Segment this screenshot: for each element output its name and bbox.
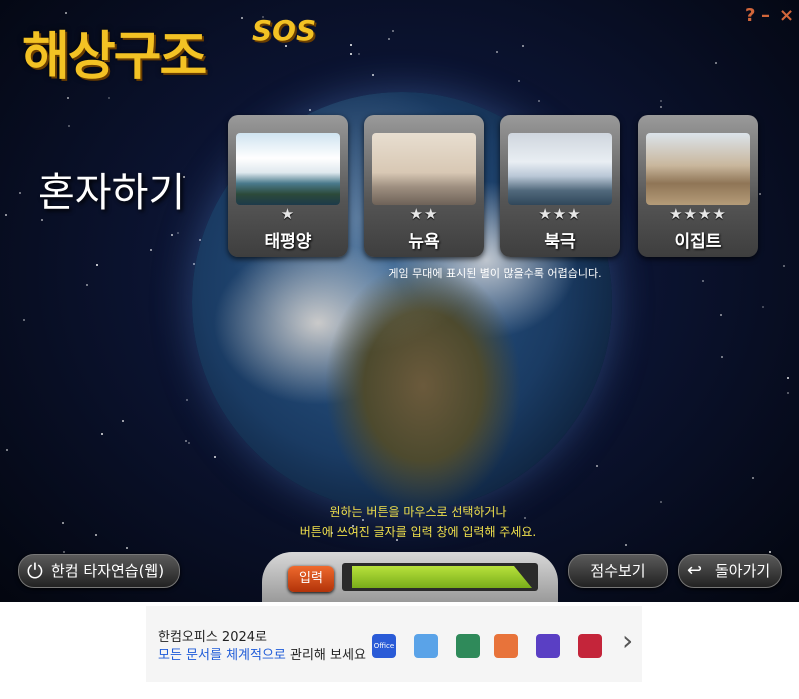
ad-subtitle-highlight: 모든 문서를 체계적으로 [158,648,286,663]
difficulty-hint: 게임 무대에 표시된 별이 많을수록 어렵습니다. [388,267,602,280]
star [350,53,352,55]
back-button[interactable]: ↩ 돌아가기 [678,554,782,588]
hanword-icon [536,634,560,658]
arctic-image [508,133,612,205]
star [660,100,662,102]
ad-title: 한컴오피스 2024로 [158,630,267,645]
game-logo: 해상구조 [22,27,207,87]
star [721,356,723,358]
ad-banner[interactable]: 한컴오피스 2024로 모든 문서를 체계적으로 관리해 보세요 Office … [146,606,642,682]
egypt-image [646,133,750,205]
star [150,249,152,251]
star [23,319,25,321]
back-arrow-icon: ↩ [687,560,703,581]
difficulty-stars: ★★★★ [669,205,727,223]
ad-subtitle-rest: 관리해 보세요 [285,648,366,663]
stage-card-newyork[interactable]: ★★ 뉴욕 [364,115,484,257]
pacific-image [236,133,340,205]
stage-label: 북극 [544,232,576,252]
input-label: 입력 [288,566,334,592]
hancell-icon [456,634,480,658]
stage-label: 뉴욕 [408,232,440,252]
stage-card-pacific[interactable]: ★ 태평양 [228,115,348,257]
star [769,551,771,553]
star [350,44,352,46]
star [67,97,69,99]
star [185,440,187,442]
web-typing-button[interactable]: ⏻ 한컴 타자연습(웹) [18,554,180,588]
difficulty-stars: ★★ [409,205,439,223]
star [787,392,789,394]
star [358,53,360,55]
hanshow-icon [494,634,518,658]
star [101,433,103,435]
hanword-docs-icon [414,634,438,658]
star [596,465,598,467]
star [625,544,627,546]
ad-next-arrow-icon[interactable]: › [622,624,633,657]
star [660,106,662,108]
star [126,547,128,549]
star [759,193,761,195]
page-title: 혼자하기 [38,170,186,216]
star [720,314,722,316]
star [63,551,65,553]
input-field-fill [352,566,532,588]
instruction-line-2: 버튼에 쓰여진 글자를 입력 창에 입력해 주세요. [299,525,537,539]
star [108,97,110,99]
star [518,80,520,82]
star [702,280,704,282]
power-icon: ⏻ [27,559,43,583]
star [171,234,173,236]
star [309,109,311,111]
star [496,51,498,53]
close-button[interactable]: × [779,5,794,26]
star [96,264,98,266]
star [188,442,190,444]
game-screen: 해상구조 SOS ? – × 혼자하기 ★ 태평양 ★★ 뉴욕 ★★★ 북극 ★… [0,0,799,602]
star [522,45,524,47]
game-logo-suffix: SOS [252,14,317,47]
star [186,399,188,401]
star [86,284,88,286]
hanpdf-icon [578,634,602,658]
stage-card-arctic[interactable]: ★★★ 북극 [500,115,620,257]
newyork-image [372,133,476,205]
star [372,74,374,76]
star [538,100,540,102]
star [68,125,70,127]
star [19,192,21,194]
ad-subtitle: 모든 문서를 체계적으로 관리해 보세요 [158,644,366,663]
score-button[interactable]: 점수보기 [568,554,668,588]
star [392,30,394,32]
star [241,17,243,19]
help-button[interactable]: ? [745,5,755,26]
star [762,306,764,308]
star [5,214,7,216]
star [752,477,754,479]
star [783,265,785,267]
stage-label: 태평양 [264,232,312,252]
stage-card-egypt[interactable]: ★★★★ 이집트 [638,115,758,257]
star [388,38,390,40]
star [715,62,717,64]
difficulty-stars: ★★★ [538,205,582,223]
back-label: 돌아가기 [715,562,771,580]
minimize-button[interactable]: – [761,5,770,26]
instruction-line-1: 원하는 버튼을 마우스로 선택하거나 [329,505,507,519]
star [122,420,124,422]
star [6,449,8,451]
star [177,232,179,234]
star [787,377,789,379]
difficulty-stars: ★ [280,205,296,223]
office-icon: Office [372,634,396,658]
star [41,219,43,221]
star [214,456,216,458]
stage-label: 이집트 [674,232,722,252]
web-typing-label: 한컴 타자연습(웹) [51,562,165,580]
